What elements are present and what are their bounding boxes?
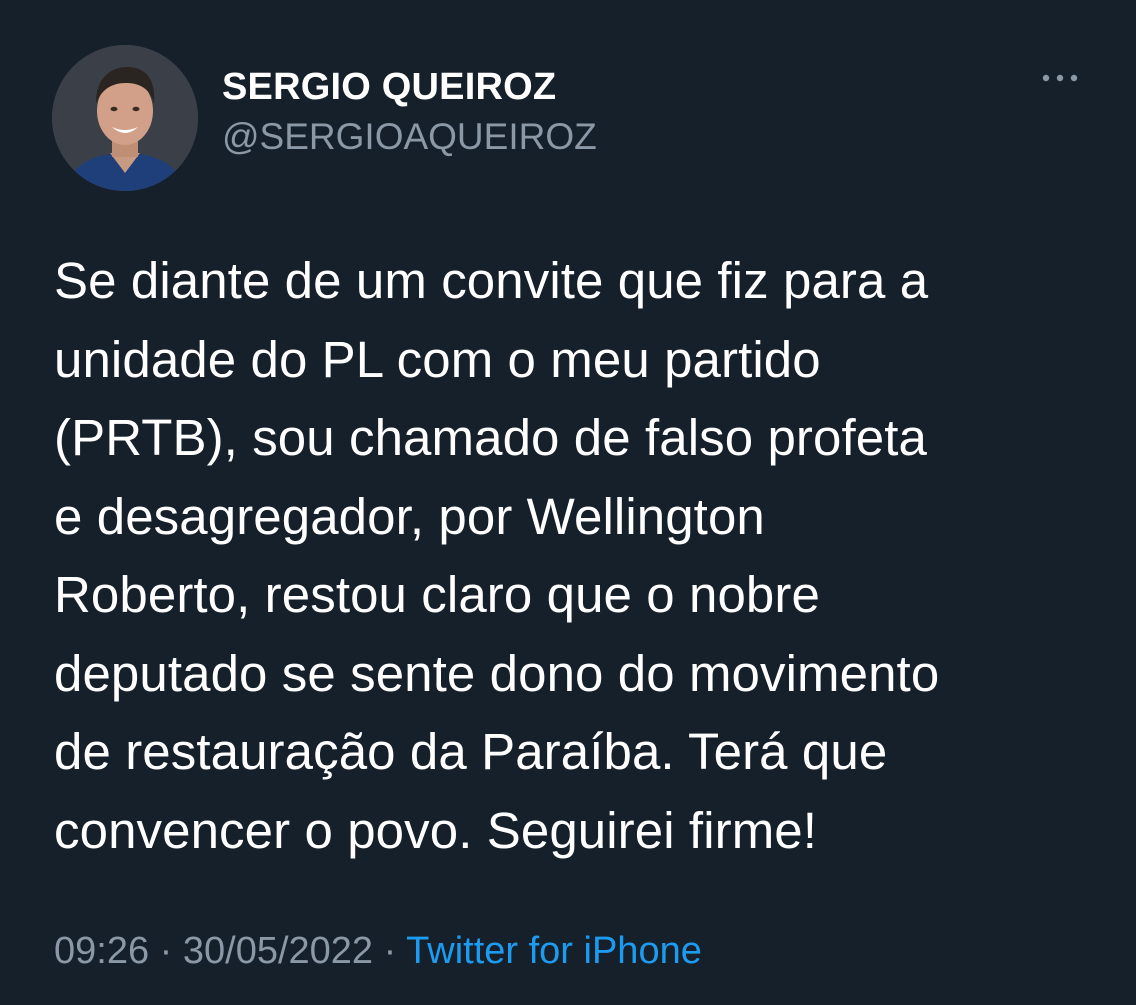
more-options-button[interactable] bbox=[1036, 63, 1084, 93]
author-names: SERGIO QUEIROZ @SERGIOAQUEIROZ bbox=[222, 65, 597, 159]
display-name[interactable]: SERGIO QUEIROZ bbox=[222, 65, 597, 109]
avatar[interactable] bbox=[52, 45, 198, 191]
meta-separator: · bbox=[159, 930, 173, 972]
user-handle[interactable]: @SERGIOAQUEIROZ bbox=[222, 115, 597, 159]
tweet-header: SERGIO QUEIROZ @SERGIOAQUEIROZ bbox=[52, 45, 1084, 191]
meta-separator: · bbox=[383, 930, 397, 972]
avatar-photo bbox=[52, 45, 198, 191]
tweet-meta: 09:26 · 30/05/2022 · Twitter for iPhone bbox=[54, 926, 702, 976]
tweet-time[interactable]: 09:26 bbox=[54, 930, 149, 972]
tweet-card: SERGIO QUEIROZ @SERGIOAQUEIROZ Se diante… bbox=[0, 0, 1136, 1005]
tweet-text: Se diante de um convite que fiz para a u… bbox=[54, 252, 940, 859]
tweet-date[interactable]: 30/05/2022 bbox=[183, 930, 373, 972]
tweet-source-link[interactable]: Twitter for iPhone bbox=[406, 930, 702, 972]
more-horizontal-icon bbox=[1042, 74, 1078, 82]
